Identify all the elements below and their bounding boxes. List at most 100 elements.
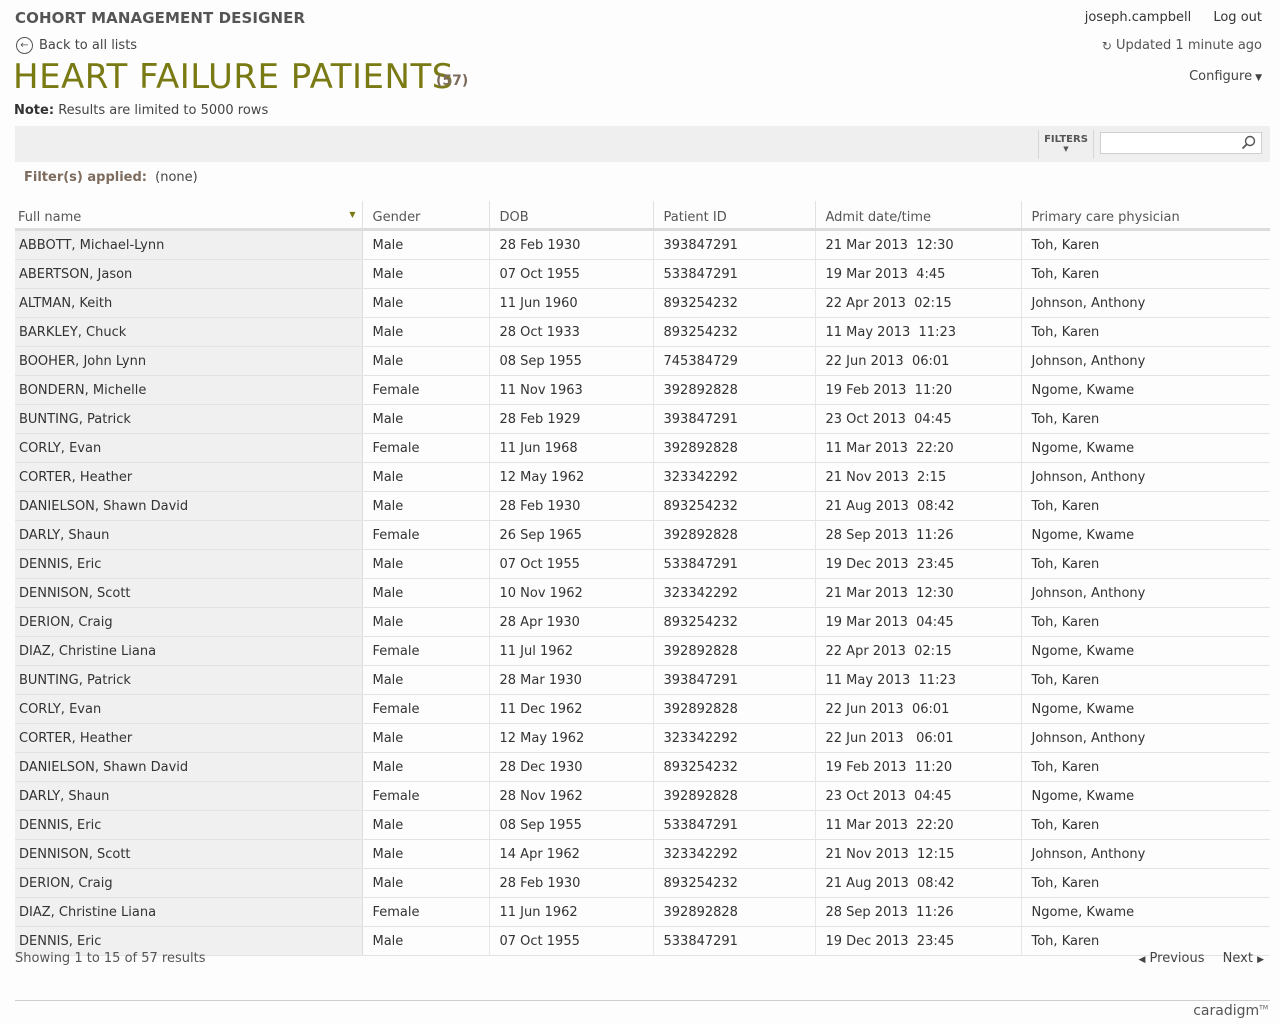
cell-dob: 28 Apr 1930 [488,607,653,637]
app-title: COHORT MANAGEMENT DESIGNER [15,9,306,27]
back-to-lists-link[interactable]: ← Back to all lists [16,37,137,54]
table-row[interactable]: DERION, Craig Male 28 Feb 1930 893254232 21 … [15,868,1270,898]
brand-logo: caradigmTM [1193,1003,1268,1019]
note-label: Note: [14,103,55,118]
column-header-physician[interactable]: Primary care physician [1020,201,1270,231]
column-header-admit-datetime[interactable]: Admit date/time [814,201,1021,231]
cell-full-name: CORTER, Heather [15,723,363,753]
cell-gender: Female [361,897,489,927]
table-row[interactable]: BUNTING, Patrick Male 28 Mar 1930 393847291… [15,665,1270,695]
cell-full-name: BUNTING, Patrick [15,665,363,695]
cell-full-name: CORLY, Evan [15,694,363,724]
table-row[interactable]: ABERTSON, Jason Male 07 Oct 1955 533847291 1… [15,259,1270,289]
table-row[interactable]: DENNISON, Scott Male 10 Nov 1962 323342292 2… [15,578,1270,608]
table-row[interactable]: DANIELSON, Shawn David Male 28 Dec 1930 893… [15,752,1270,782]
table-row[interactable]: DENNIS, Eric Male 07 Oct 1955 533847291 19 D… [15,549,1270,579]
table-row[interactable]: CORLY, Evan Female 11 Jun 1968 392892828 11 … [15,433,1270,463]
table-row[interactable]: ABBOTT, Michael-Lynn Male 28 Feb 1930 39384… [15,229,1270,260]
configure-menu[interactable]: Configure ▼ [1189,69,1262,84]
column-header-full-name[interactable]: Full name ▼ [15,201,362,231]
column-header-dob[interactable]: DOB [488,201,653,231]
table-row[interactable]: DIAZ, Christine Liana Female 11 Jul 1962 39… [15,636,1270,666]
cell-gender: Male [361,491,489,521]
table-row[interactable]: BUNTING, Patrick Male 28 Feb 1929 393847291… [15,404,1270,434]
cell-patient-id: 893254232 [652,868,815,898]
cell-full-name: DARLY, Shaun [15,520,363,550]
cell-physician: Johnson, Anthony [1020,288,1270,318]
cell-physician: Toh, Karen [1020,810,1270,840]
table-row[interactable]: DANIELSON, Shawn David Male 28 Feb 1930 893… [15,491,1270,521]
cell-physician: Johnson, Anthony [1020,462,1270,492]
next-button[interactable]: Next ▶ [1223,951,1264,966]
cell-patient-id: 323342292 [652,839,815,869]
cell-full-name: DIAZ, Christine Liana [15,897,363,927]
cell-admit-datetime: 22 Jun 2013 06:01 [814,346,1021,376]
previous-button[interactable]: ◀ Previous [1138,951,1204,966]
table-row[interactable]: CORTER, Heather Male 12 May 1962 323342292 2… [15,462,1270,492]
table-row[interactable]: DENNIS, Eric Male 08 Sep 1955 533847291 11 M… [15,810,1270,840]
pagination: ◀ Previous Next ▶ [1138,951,1264,966]
cell-gender: Male [361,723,489,753]
cell-full-name: ABBOTT, Michael-Lynn [15,229,363,260]
cell-physician: Johnson, Anthony [1020,578,1270,608]
table-row[interactable]: DENNISON, Scott Male 14 Apr 1962 323342292 2… [15,839,1270,869]
cell-gender: Female [361,375,489,405]
table-row[interactable]: BOOHER, John Lynn Male 08 Sep 1955 74538472… [15,346,1270,376]
table-row[interactable]: BARKLEY, Chuck Male 28 Oct 1933 893254232 11… [15,317,1270,347]
cell-gender: Male [361,578,489,608]
table-row[interactable]: DARLY, Shaun Female 26 Sep 1965 392892828 28… [15,520,1270,550]
cell-full-name: BARKLEY, Chuck [15,317,363,347]
cell-gender: Male [361,346,489,376]
cell-patient-id: 533847291 [652,926,815,956]
cell-admit-datetime: 23 Oct 2013 04:45 [814,781,1021,811]
table-row[interactable]: DARLY, Shaun Female 28 Nov 1962 392892828 23… [15,781,1270,811]
cell-physician: Toh, Karen [1020,665,1270,695]
cell-dob: 28 Feb 1929 [488,404,653,434]
cell-admit-datetime: 11 Mar 2013 22:20 [814,433,1021,463]
table-row[interactable]: DIAZ, Christine Liana Female 11 Jun 1962 39… [15,897,1270,927]
cell-dob: 11 Jun 1960 [488,288,653,318]
page-title: HEART FAILURE PATIENTS [13,57,454,97]
cell-gender: Male [361,462,489,492]
cell-admit-datetime: 28 Sep 2013 11:26 [814,897,1021,927]
cell-physician: Toh, Karen [1020,229,1270,260]
cell-admit-datetime: 23 Oct 2013 04:45 [814,404,1021,434]
cell-full-name: ALTMAN, Keith [15,288,363,318]
cell-patient-id: 392892828 [652,781,815,811]
cell-dob: 28 Feb 1930 [488,229,653,260]
cell-gender: Male [361,752,489,782]
table-row[interactable]: BONDERN, Michelle Female 11 Nov 1963 392892… [15,375,1270,405]
cell-patient-id: 893254232 [652,491,815,521]
cell-gender: Male [361,665,489,695]
search-icon[interactable] [1241,135,1256,150]
table-row[interactable]: CORTER, Heather Male 12 May 1962 323342292 2… [15,723,1270,753]
table-header-row: Full name ▼ Gender DOB Patient ID Admit d… [15,201,1270,231]
cell-physician: Toh, Karen [1020,491,1270,521]
filters-applied: Filter(s) applied: (none) [24,170,198,185]
search-input[interactable] [1101,135,1239,153]
cell-physician: Toh, Karen [1020,752,1270,782]
cell-admit-datetime: 21 Mar 2013 12:30 [814,229,1021,260]
cell-gender: Male [361,868,489,898]
username[interactable]: joseph.campbell [1085,10,1191,25]
table-row[interactable]: CORLY, Evan Female 11 Dec 1962 392892828 22 … [15,694,1270,724]
filters-applied-value: (none) [155,170,198,185]
cell-patient-id: 393847291 [652,404,815,434]
search-box [1100,132,1262,154]
filters-button[interactable]: FILTERS ▼ [1038,130,1094,159]
cell-full-name: DANIELSON, Shawn David [15,752,363,782]
cell-dob: 14 Apr 1962 [488,839,653,869]
cell-patient-id: 893254232 [652,752,815,782]
table-row[interactable]: DERION, Craig Male 28 Apr 1930 893254232 19 … [15,607,1270,637]
cell-admit-datetime: 19 Dec 2013 23:45 [814,549,1021,579]
results-summary: Showing 1 to 15 of 57 results [15,951,206,966]
cell-physician: Ngome, Kwame [1020,375,1270,405]
refresh-icon[interactable]: ↻ [1102,39,1112,53]
column-header-gender[interactable]: Gender [361,201,489,231]
table-row[interactable]: ALTMAN, Keith Male 11 Jun 1960 893254232 22 … [15,288,1270,318]
logout-link[interactable]: Log out [1213,10,1262,25]
cell-gender: Male [361,229,489,260]
column-header-patient-id[interactable]: Patient ID [652,201,815,231]
filters-applied-label: Filter(s) applied: [24,170,147,185]
cell-full-name: DERION, Craig [15,607,363,637]
